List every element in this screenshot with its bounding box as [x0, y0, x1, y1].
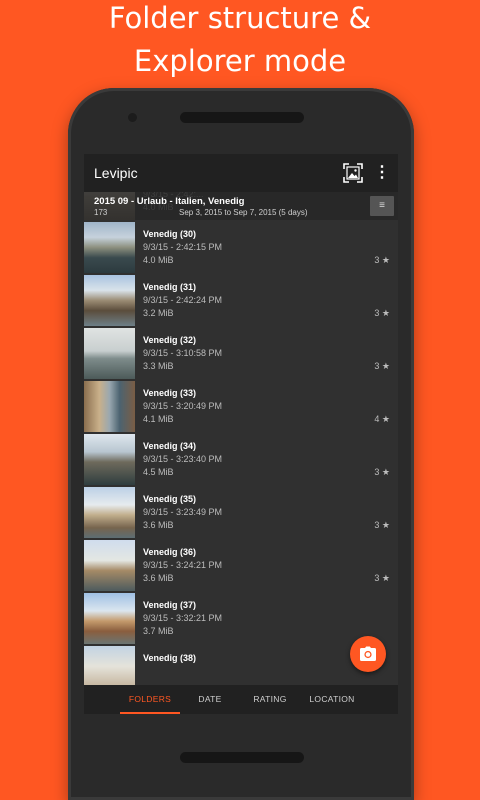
- photo-date: 9/3/15 - 3:20:49 PM: [143, 401, 223, 411]
- photo-name: Venedig (35): [143, 494, 197, 504]
- photo-list-item[interactable]: Venedig (35) 9/3/15 - 3:23:49 PM 3.6 MiB 3 …: [84, 487, 398, 540]
- photo-size: 4.1 MiB: [143, 414, 174, 424]
- app-title: Levipic: [94, 165, 138, 181]
- photo-list-item[interactable]: Venedig (37) 9/3/15 - 3:32:21 PM 3.7 MiB: [84, 593, 398, 646]
- photo-name: Venedig (32): [143, 335, 197, 345]
- bottom-tab-bar: FOLDERS DATE RATING LOCATION: [84, 685, 398, 714]
- photo-list-item[interactable]: Venedig (33) 9/3/15 - 3:20:49 PM 4.1 MiB 4 …: [84, 381, 398, 434]
- photo-thumbnail[interactable]: [84, 381, 135, 432]
- app-screen: Levipic ⋮ 9/3/15 - 2:42:...4.0 MiB2 ★Ven…: [84, 154, 398, 714]
- photo-size: 3.6 MiB: [143, 520, 174, 530]
- photo-thumbnail[interactable]: [84, 434, 135, 485]
- photo-name: Venedig (31): [143, 282, 197, 292]
- photo-name: Venedig (30): [143, 229, 197, 239]
- promo-line-1: Folder structure &: [108, 1, 372, 35]
- folder-photo-count: 173: [94, 208, 108, 217]
- photo-list-item[interactable]: Venedig (36) 9/3/15 - 3:24:21 PM 3.6 MiB 3 …: [84, 540, 398, 593]
- photo-list-item[interactable]: Venedig (31) 9/3/15 - 2:42:24 PM 3.2 MiB 3 …: [84, 275, 398, 328]
- photo-date: 9/3/15 - 3:23:49 PM: [143, 507, 223, 517]
- camera-fab-button[interactable]: [350, 636, 386, 672]
- photo-rating: 4 ★: [374, 414, 390, 424]
- photo-thumbnail[interactable]: [84, 275, 135, 326]
- photo-name: Venedig (36): [143, 547, 197, 557]
- photo-name: Venedig (34): [143, 441, 197, 451]
- photo-list-item[interactable]: Venedig (30) 9/3/15 - 2:42:15 PM 4.0 MiB 3 …: [84, 222, 398, 275]
- photo-list[interactable]: 9/3/15 - 2:42:...4.0 MiB2 ★Venedig (30)9…: [84, 192, 398, 685]
- photo-date: 9/3/15 - 3:24:21 PM: [143, 560, 223, 570]
- photo-date: 9/3/15 - 3:23:40 PM: [143, 454, 223, 464]
- app-bar: Levipic ⋮: [84, 154, 398, 192]
- camera-icon: [360, 646, 376, 661]
- photo-date: 9/3/15 - 2:42:24 PM: [143, 295, 223, 305]
- folder-menu-button[interactable]: ≡: [370, 196, 394, 216]
- tab-folders[interactable]: FOLDERS: [114, 685, 186, 714]
- folder-date-range: Sep 3, 2015 to Sep 7, 2015 (5 days): [179, 208, 308, 217]
- photo-size: 3.3 MiB: [143, 361, 174, 371]
- photo-rating: 3 ★: [374, 467, 390, 477]
- photo-rating: 3 ★: [374, 573, 390, 583]
- more-vertical-icon[interactable]: ⋮: [374, 163, 390, 183]
- photo-list-item[interactable]: Venedig (34) 9/3/15 - 3:23:40 PM 4.5 MiB 3 …: [84, 434, 398, 487]
- promo-line-2: Explorer mode: [133, 44, 347, 78]
- photo-name: Venedig (37): [143, 600, 197, 610]
- image-frame-icon[interactable]: [342, 162, 364, 184]
- photo-size: 4.5 MiB: [143, 467, 174, 477]
- photo-rating: 3 ★: [374, 308, 390, 318]
- photo-thumbnail[interactable]: [84, 487, 135, 538]
- photo-name: Venedig (38): [143, 653, 197, 663]
- folder-title: 2015 09 - Urlaub - Italien, Venedig: [94, 196, 245, 207]
- photo-thumbnail[interactable]: [84, 222, 135, 273]
- photo-thumbnail[interactable]: [84, 540, 135, 591]
- photo-size: 4.0 MiB: [143, 255, 174, 265]
- phone-bottom-speaker: [180, 752, 304, 763]
- photo-thumbnail[interactable]: [84, 646, 135, 685]
- photo-size: 3.7 MiB: [143, 626, 174, 636]
- photo-rating: 3 ★: [374, 361, 390, 371]
- folder-header[interactable]: 2015 09 - Urlaub - Italien, Venedig 173 …: [84, 192, 398, 220]
- photo-size: 3.6 MiB: [143, 573, 174, 583]
- photo-date: 9/3/15 - 3:10:58 PM: [143, 348, 223, 358]
- photo-date: 9/3/15 - 2:42:15 PM: [143, 242, 223, 252]
- phone-front-camera: [128, 113, 137, 122]
- photo-rating: 3 ★: [374, 520, 390, 530]
- phone-top-speaker: [180, 112, 304, 123]
- photo-size: 3.2 MiB: [143, 308, 174, 318]
- photo-thumbnail[interactable]: [84, 328, 135, 379]
- tab-location[interactable]: LOCATION: [304, 685, 360, 714]
- tab-date[interactable]: DATE: [190, 685, 230, 714]
- tab-rating[interactable]: RATING: [244, 685, 296, 714]
- photo-date: 9/3/15 - 3:32:21 PM: [143, 613, 223, 623]
- photo-name: Venedig (33): [143, 388, 197, 398]
- photo-list-item[interactable]: Venedig (32) 9/3/15 - 3:10:58 PM 3.3 MiB 3 …: [84, 328, 398, 381]
- photo-thumbnail[interactable]: [84, 593, 135, 644]
- photo-rating: 3 ★: [374, 255, 390, 265]
